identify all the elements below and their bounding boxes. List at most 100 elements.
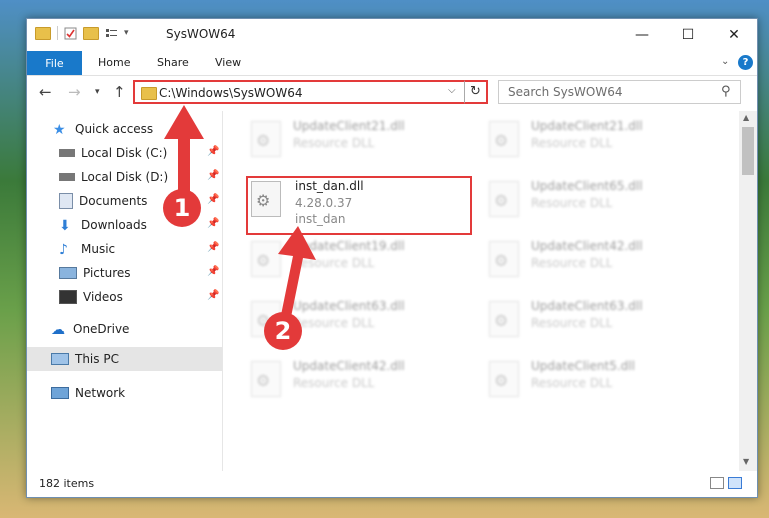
sidebar-item-this-pc[interactable]: This PC xyxy=(27,347,222,371)
folder-icon xyxy=(35,26,51,40)
pin-icon[interactable]: 📌 xyxy=(207,242,219,253)
address-bar[interactable]: C:\Windows\SysWOW64 ⌵ xyxy=(133,80,487,104)
title-bar: ▾ SysWOW64 — ☐ ✕ xyxy=(27,19,757,51)
sidebar-item-videos[interactable]: Videos 📌 xyxy=(27,285,222,309)
file-tile[interactable]: ⚙ UpdateClient5.dll Resource DLL xyxy=(483,355,713,411)
tab-home[interactable]: Home xyxy=(98,56,130,69)
navigation-bar: ← → ▾ ↑ C:\Windows\SysWOW64 ⌵ ↻ Search S… xyxy=(27,76,757,109)
address-dropdown-icon[interactable]: ⌵ xyxy=(448,85,456,96)
tab-file[interactable]: File xyxy=(27,51,82,75)
ribbon-expand-icon[interactable]: ⌄ xyxy=(721,56,729,67)
file-description: Resource DLL xyxy=(531,196,613,210)
file-description: Resource DLL xyxy=(531,256,613,270)
help-icon[interactable]: ? xyxy=(738,55,753,70)
refresh-button[interactable]: ↻ xyxy=(464,80,488,104)
sidebar-item-label: Music xyxy=(81,242,116,256)
file-name: UpdateClient5.dll xyxy=(531,359,635,373)
file-name: UpdateClient63.dll xyxy=(531,299,643,313)
file-name: UpdateClient21.dll xyxy=(293,119,405,133)
scrollbar-thumb[interactable] xyxy=(742,127,754,175)
file-tile[interactable]: ⚙ UpdateClient42.dll Resource DLL xyxy=(483,235,713,291)
drive-icon xyxy=(59,173,75,181)
dll-file-icon: ⚙ xyxy=(489,361,519,397)
sidebar-item-music[interactable]: ♪ Music 📌 xyxy=(27,237,222,261)
file-tile[interactable]: ⚙ UpdateClient65.dll Resource DLL xyxy=(483,175,713,231)
step-badge-1: 1 xyxy=(163,189,201,227)
scroll-down-icon[interactable]: ▼ xyxy=(743,457,749,466)
gear-icon: ⚙ xyxy=(256,371,271,390)
star-icon: ★ xyxy=(53,122,66,138)
file-tile[interactable]: ⚙ UpdateClient21.dll Resource DLL xyxy=(483,115,713,171)
maximize-button[interactable]: ☐ xyxy=(665,19,711,51)
scroll-up-icon[interactable]: ▲ xyxy=(743,113,749,122)
network-icon xyxy=(51,387,69,399)
file-tile[interactable]: ⚙ UpdateClient21.dll Resource DLL xyxy=(245,115,475,171)
file-name: UpdateClient42.dll xyxy=(293,359,405,373)
tab-view[interactable]: View xyxy=(215,56,241,69)
up-icon[interactable]: ↑ xyxy=(113,83,126,101)
videos-icon xyxy=(59,290,77,304)
sidebar-item-label: Local Disk (D:) xyxy=(81,170,169,184)
window-title: SysWOW64 xyxy=(166,27,236,41)
gear-icon: ⚙ xyxy=(494,371,509,390)
pane-divider[interactable] xyxy=(222,111,223,471)
search-placeholder: Search SysWOW64 xyxy=(508,85,623,99)
download-icon: ⬇ xyxy=(59,218,71,234)
properties-icon[interactable] xyxy=(64,27,77,40)
gear-icon: ⚙ xyxy=(494,191,509,210)
sidebar-item-pictures[interactable]: Pictures 📌 xyxy=(27,261,222,285)
file-name: UpdateClient21.dll xyxy=(531,119,643,133)
step-badge-2: 2 xyxy=(264,312,302,350)
item-count: 182 items xyxy=(39,477,95,490)
file-name: UpdateClient42.dll xyxy=(531,239,643,253)
music-icon: ♪ xyxy=(59,242,68,258)
sidebar-item-onedrive[interactable]: ☁ OneDrive xyxy=(27,317,222,341)
details-view-icon[interactable] xyxy=(710,477,724,489)
view-switcher xyxy=(710,477,742,489)
search-input[interactable]: Search SysWOW64 ⚲ xyxy=(498,80,741,104)
computer-icon xyxy=(51,353,69,365)
gear-icon: ⚙ xyxy=(494,131,509,150)
address-path[interactable]: C:\Windows\SysWOW64 xyxy=(159,86,303,100)
explorer-window: ▾ SysWOW64 — ☐ ✕ File Home Share View ⌄ … xyxy=(26,18,758,498)
file-tile[interactable]: ⚙ UpdateClient42.dll Resource DLL xyxy=(245,355,475,411)
drive-icon xyxy=(59,149,75,157)
sidebar-item-network[interactable]: Network xyxy=(27,381,222,405)
dll-file-icon: ⚙ xyxy=(489,181,519,217)
forward-icon[interactable]: → xyxy=(68,83,81,101)
sidebar-item-label: Network xyxy=(75,386,126,400)
gear-icon: ⚙ xyxy=(494,311,509,330)
view-options-icon[interactable] xyxy=(105,27,118,40)
toolbar-dropdown-icon[interactable]: ▾ xyxy=(124,28,129,38)
file-description: Resource DLL xyxy=(531,316,613,330)
sidebar-item-label: Pictures xyxy=(83,266,131,280)
pin-icon[interactable]: 📌 xyxy=(207,266,219,277)
recent-locations-icon[interactable]: ▾ xyxy=(95,87,100,97)
minimize-button[interactable]: — xyxy=(619,19,665,51)
sidebar-item-label: Downloads xyxy=(81,218,147,232)
quick-access-toolbar: ▾ xyxy=(35,26,129,40)
ribbon: File Home Share View ⌄ ? xyxy=(27,51,757,76)
status-bar: 182 items xyxy=(27,471,757,497)
folder-icon xyxy=(141,87,157,100)
close-button[interactable]: ✕ xyxy=(711,19,757,51)
large-icons-view-icon[interactable] xyxy=(728,477,742,489)
vertical-scrollbar[interactable]: ▲ ▼ xyxy=(739,111,757,471)
tab-share[interactable]: Share xyxy=(157,56,189,69)
file-description: Resource DLL xyxy=(293,136,375,150)
annotation-arrow-2 xyxy=(278,226,316,322)
new-folder-icon[interactable] xyxy=(83,26,99,40)
pictures-icon xyxy=(59,267,77,279)
pin-icon[interactable]: 📌 xyxy=(207,290,219,301)
back-icon[interactable]: ← xyxy=(39,83,52,101)
sidebar-item-label: Quick access xyxy=(75,122,154,136)
search-icon[interactable]: ⚲ xyxy=(721,84,731,99)
dll-file-icon: ⚙ xyxy=(489,121,519,157)
gear-icon: ⚙ xyxy=(256,131,271,150)
sidebar-item-label: Local Disk (C:) xyxy=(81,146,168,160)
sidebar-item-label: Documents xyxy=(79,194,148,208)
pin-icon[interactable]: 📌 xyxy=(207,218,219,229)
file-description: Resource DLL xyxy=(531,376,613,390)
file-tile[interactable]: ⚙ UpdateClient63.dll Resource DLL xyxy=(483,295,713,351)
dll-file-icon: ⚙ xyxy=(489,301,519,337)
